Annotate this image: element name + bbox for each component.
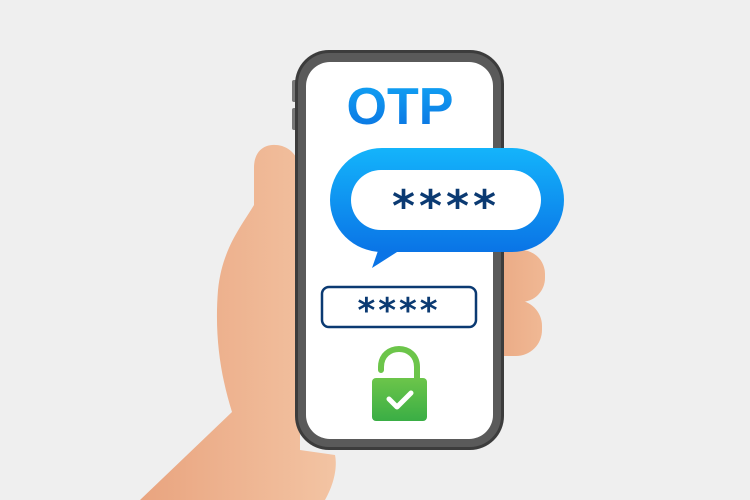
otp-title: OTP xyxy=(347,78,454,136)
otp-illustration: OTP **** **** xyxy=(140,50,564,500)
input-code: **** xyxy=(357,291,440,331)
message-code: **** xyxy=(392,181,500,232)
otp-input: **** xyxy=(320,285,478,331)
